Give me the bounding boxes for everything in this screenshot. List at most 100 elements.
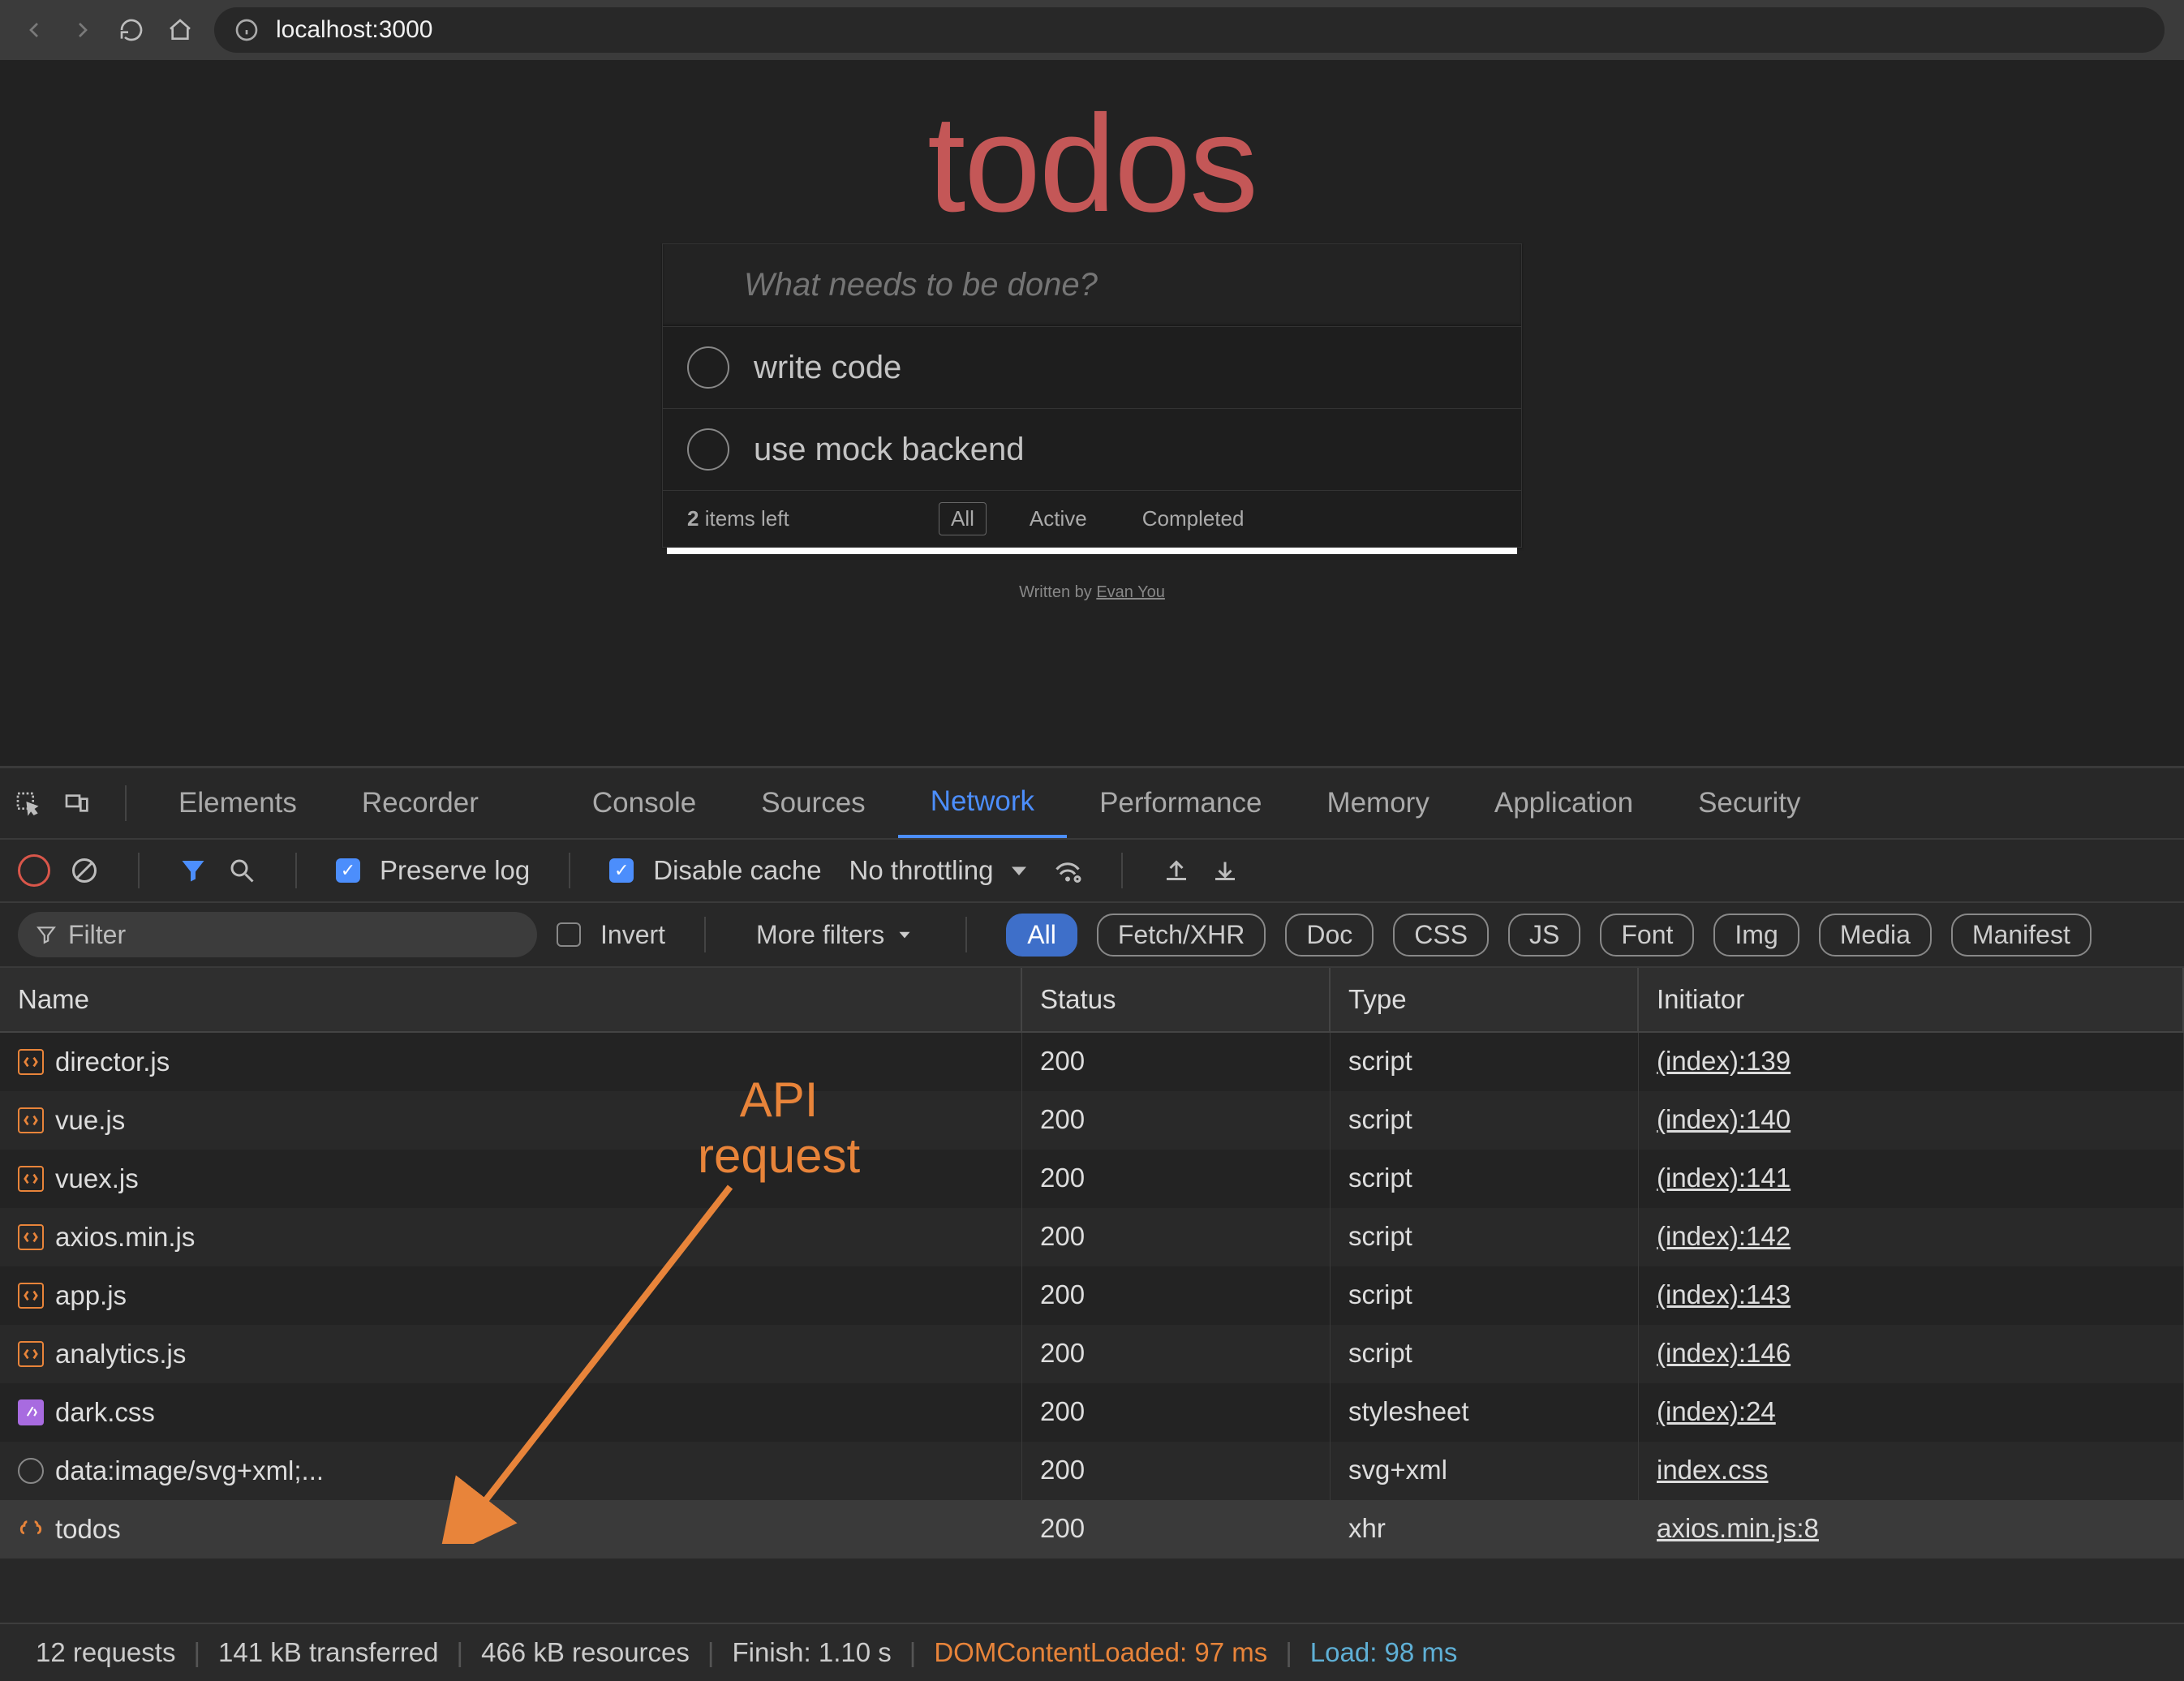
- row-status: 200: [1022, 1442, 1331, 1500]
- home-icon[interactable]: [166, 15, 195, 45]
- tab-application[interactable]: Application: [1462, 768, 1666, 838]
- tab-console[interactable]: Console: [560, 768, 729, 838]
- row-status: 200: [1022, 1150, 1331, 1208]
- filter-completed[interactable]: Completed: [1130, 502, 1257, 535]
- tab-recorder[interactable]: Recorder: [329, 768, 511, 838]
- table-row[interactable]: dark.css200stylesheet(index):24: [0, 1383, 2184, 1442]
- filter-active[interactable]: Active: [1017, 502, 1099, 535]
- forward-icon[interactable]: [68, 15, 97, 45]
- type-img[interactable]: Img: [1713, 914, 1799, 957]
- disable-cache-checkbox[interactable]: ✓: [609, 858, 634, 883]
- export-har-icon[interactable]: [1210, 856, 1240, 885]
- row-initiator[interactable]: (index):139: [1657, 1046, 1791, 1076]
- tab-sources[interactable]: Sources: [729, 768, 897, 838]
- chevron-down-icon: [1004, 856, 1034, 885]
- filter-all[interactable]: All: [939, 502, 987, 535]
- inspect-icon[interactable]: [13, 789, 42, 818]
- site-info-icon[interactable]: [232, 15, 261, 45]
- toolbar-divider: [138, 853, 140, 888]
- tab-elements[interactable]: Elements: [146, 768, 329, 838]
- table-row[interactable]: director.js200script(index):139: [0, 1033, 2184, 1091]
- image-icon: [18, 1458, 44, 1484]
- filter-toggle-icon[interactable]: [178, 856, 208, 885]
- invert-label: Invert: [600, 920, 665, 950]
- table-header: Name Status Type Initiator: [0, 968, 2184, 1033]
- row-type: script: [1331, 1033, 1639, 1091]
- page-credit: Written by Evan You: [662, 583, 1522, 602]
- row-name: data:image/svg+xml;...: [55, 1455, 324, 1486]
- col-initiator[interactable]: Initiator: [1639, 968, 2184, 1031]
- type-fetchxhr[interactable]: Fetch/XHR: [1097, 914, 1266, 957]
- type-all[interactable]: All: [1006, 914, 1077, 957]
- row-type: stylesheet: [1331, 1383, 1639, 1442]
- tab-performance[interactable]: Performance: [1067, 768, 1294, 838]
- toolbar-divider: [569, 853, 570, 888]
- type-media[interactable]: Media: [1819, 914, 1932, 957]
- row-initiator[interactable]: (index):142: [1657, 1221, 1791, 1251]
- filter-placeholder: Filter: [68, 920, 126, 950]
- throttling-select[interactable]: No throttling: [841, 855, 1034, 886]
- row-initiator[interactable]: (index):143: [1657, 1279, 1791, 1309]
- table-row[interactable]: app.js200script(index):143: [0, 1266, 2184, 1325]
- tab-memory[interactable]: Memory: [1294, 768, 1461, 838]
- todo-toggle-icon[interactable]: [687, 346, 729, 389]
- row-type: xhr: [1331, 1500, 1639, 1558]
- invert-checkbox[interactable]: [557, 922, 581, 947]
- type-css[interactable]: CSS: [1393, 914, 1489, 957]
- table-row[interactable]: vue.js200script(index):140: [0, 1091, 2184, 1150]
- preserve-log-checkbox[interactable]: ✓: [336, 858, 360, 883]
- row-type: script: [1331, 1325, 1639, 1383]
- todo-label: write code: [754, 350, 901, 386]
- new-todo-input[interactable]: [663, 244, 1521, 326]
- type-doc[interactable]: Doc: [1285, 914, 1374, 957]
- preserve-log-label: Preserve log: [380, 855, 530, 886]
- items-left: 2 items left: [687, 506, 939, 531]
- row-initiator[interactable]: (index):140: [1657, 1104, 1791, 1134]
- more-filters-button[interactable]: More filters: [745, 920, 926, 950]
- devtools-tabs: Elements Recorder Console Sources Networ…: [0, 768, 2184, 838]
- stat-load: Load: 98 ms: [1292, 1637, 1476, 1668]
- stat-requests: 12 requests: [18, 1637, 193, 1668]
- todo-item[interactable]: write code: [663, 326, 1521, 408]
- search-icon[interactable]: [227, 856, 256, 885]
- credit-link[interactable]: Evan You: [1096, 583, 1165, 601]
- table-row[interactable]: axios.min.js200script(index):142: [0, 1208, 2184, 1266]
- todo-item[interactable]: use mock backend: [663, 408, 1521, 490]
- type-font[interactable]: Font: [1600, 914, 1694, 957]
- tab-network[interactable]: Network: [898, 768, 1067, 838]
- row-initiator[interactable]: (index):24: [1657, 1396, 1776, 1426]
- row-initiator[interactable]: (index):141: [1657, 1163, 1791, 1193]
- device-toggle-icon[interactable]: [62, 789, 91, 818]
- url-bar[interactable]: localhost:3000: [214, 7, 2165, 53]
- row-initiator[interactable]: index.css: [1657, 1455, 1769, 1485]
- type-js[interactable]: JS: [1508, 914, 1580, 957]
- row-status: 200: [1022, 1325, 1331, 1383]
- col-type[interactable]: Type: [1331, 968, 1639, 1031]
- reload-icon[interactable]: [117, 15, 146, 45]
- back-icon[interactable]: [19, 15, 49, 45]
- network-statusbar: 12 requests | 141 kB transferred | 466 k…: [0, 1623, 2184, 1681]
- import-har-icon[interactable]: [1162, 856, 1191, 885]
- row-initiator[interactable]: (index):146: [1657, 1338, 1791, 1368]
- script-icon: [18, 1341, 44, 1367]
- clear-icon[interactable]: [70, 856, 99, 885]
- filterbar-divider: [965, 917, 967, 952]
- filter-input[interactable]: Filter: [18, 912, 537, 957]
- table-row[interactable]: vuex.js200script(index):141: [0, 1150, 2184, 1208]
- record-button[interactable]: [18, 854, 50, 887]
- table-body: director.js200script(index):139vue.js200…: [0, 1033, 2184, 1623]
- script-icon: [18, 1166, 44, 1192]
- table-row[interactable]: todos200xhraxios.min.js:8: [0, 1500, 2184, 1558]
- url-text: localhost:3000: [276, 16, 432, 44]
- tab-security[interactable]: Security: [1666, 768, 1833, 838]
- col-status[interactable]: Status: [1022, 968, 1331, 1031]
- row-initiator[interactable]: axios.min.js:8: [1657, 1513, 1819, 1543]
- browser-chrome: localhost:3000: [0, 0, 2184, 60]
- row-status: 200: [1022, 1383, 1331, 1442]
- type-manifest[interactable]: Manifest: [1951, 914, 2092, 957]
- col-name[interactable]: Name: [0, 968, 1022, 1031]
- table-row[interactable]: data:image/svg+xml;...200svg+xmlindex.cs…: [0, 1442, 2184, 1500]
- table-row[interactable]: analytics.js200script(index):146: [0, 1325, 2184, 1383]
- network-conditions-icon[interactable]: [1053, 856, 1082, 885]
- todo-toggle-icon[interactable]: [687, 428, 729, 471]
